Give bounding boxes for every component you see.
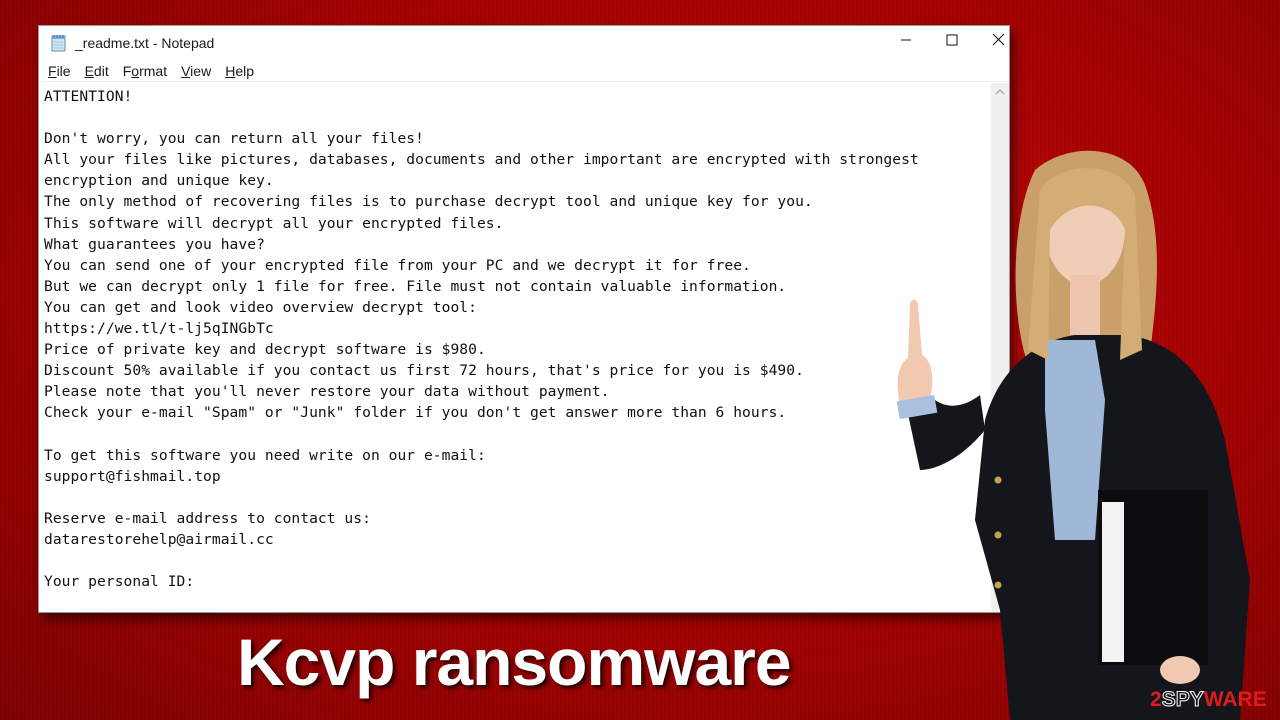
menu-format[interactable]: Format [122, 63, 174, 79]
close-button[interactable] [975, 26, 1021, 58]
maximize-button[interactable] [929, 26, 975, 58]
document-line: Discount 50% available if you contact us… [44, 362, 804, 380]
window-title: _readme.txt - Notepad [75, 35, 215, 51]
minimize-button[interactable] [883, 26, 929, 58]
menu-edit-label: dit [93, 62, 109, 79]
logo-number: 2 [1150, 688, 1162, 711]
menu-file[interactable]: File [47, 63, 78, 79]
neck-shape [1070, 275, 1100, 335]
document-line: Your personal ID: [44, 573, 195, 591]
title-bar[interactable]: _readme.txt - Notepad [39, 26, 1009, 60]
document-line: What guarantees you have? [44, 235, 265, 253]
document-line: datarestorehelp@airmail.cc [44, 530, 274, 548]
document-line: Don't worry, you can return all your fil… [44, 130, 424, 148]
maximize-icon [946, 33, 958, 51]
logo-ware: WARE [1203, 688, 1267, 711]
pointing-hand-shape [897, 299, 933, 405]
menu-help-label: elp [235, 62, 254, 79]
headline-title: Kcvp ransomware [237, 625, 792, 699]
menu-view-label: iew [190, 62, 212, 79]
document-line: All your files like pictures, databases,… [44, 151, 919, 169]
close-icon [992, 33, 1005, 51]
shirt-shape [1045, 340, 1105, 540]
menu-format-label: rmat [139, 62, 168, 79]
document-line: ATTENTION! [44, 88, 133, 105]
holding-hand-shape [1160, 656, 1200, 684]
menu-file-accel: F [48, 62, 57, 79]
document-line: Check your e-mail "Spam" or "Junk" folde… [44, 404, 787, 422]
document-line: To get this software you need write on o… [44, 446, 486, 464]
document-line: Reserve e-mail address to contact us: [44, 509, 371, 527]
document-line: Please note that you'll never restore yo… [44, 383, 610, 401]
menu-format-accel: o [131, 62, 140, 79]
document-line: encryption and unique key. [44, 172, 274, 190]
jacket-button [994, 531, 1002, 539]
document-line: You can get and look video overview decr… [44, 298, 477, 316]
notepad-icon [50, 34, 68, 52]
document-line [44, 550, 991, 571]
document-line: https://we.tl/t-lj5qINGbTc [44, 320, 274, 338]
menu-bar: File Edit Format View Help [39, 60, 1009, 82]
menu-view[interactable]: View [180, 63, 218, 79]
jacket-button [994, 476, 1002, 484]
menu-edit-accel: E [84, 62, 94, 79]
menu-help-accel: H [225, 62, 236, 79]
logo-spy: SPY [1161, 688, 1204, 712]
document-line: support@fishmail.top [44, 467, 221, 485]
binder-papers-shape [1102, 502, 1124, 662]
menu-edit[interactable]: Edit [84, 63, 116, 79]
document-line: This software will decrypt all your encr… [44, 214, 504, 232]
menu-file-label: ile [56, 62, 71, 79]
menu-format-pre: F [122, 62, 132, 79]
notepad-window: _readme.txt - Notepad File Edit Format V… [38, 25, 1010, 613]
minimize-icon [900, 33, 912, 51]
document-line [44, 487, 991, 508]
2spyware-logo: 2SPYWARE [1150, 688, 1267, 712]
document-line: The only method of recovering files is t… [44, 193, 813, 211]
scroll-up-button[interactable] [991, 83, 1009, 101]
document-line [44, 424, 991, 445]
document-line: Price of private key and decrypt softwar… [44, 341, 486, 359]
presenter-photo [880, 140, 1280, 720]
jacket-button [994, 581, 1002, 589]
menu-help[interactable]: Help [224, 63, 261, 79]
document-line: You can send one of your encrypted file … [44, 256, 751, 274]
menu-view-accel: V [181, 62, 191, 79]
chevron-up-icon [995, 83, 1005, 101]
document-line: But we can decrypt only 1 file for free.… [44, 277, 787, 295]
text-editor-area[interactable]: ATTENTION! Don't worry, you can return al… [39, 83, 991, 612]
document-line [44, 107, 991, 128]
